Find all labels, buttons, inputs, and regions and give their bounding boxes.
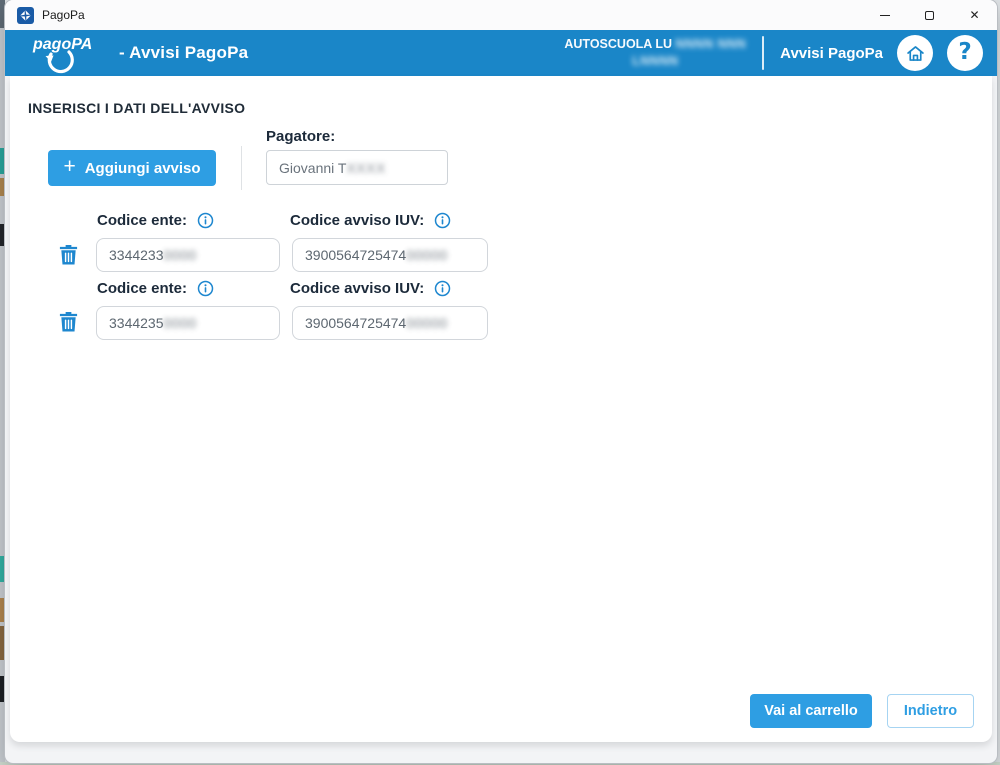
question-icon: ? xyxy=(958,41,971,66)
app-window: PagoPa ✕ pagoPA - Avvisi PagoPa AUTOSCUO… xyxy=(5,0,997,763)
help-button[interactable]: ? xyxy=(947,35,983,71)
minimize-button[interactable] xyxy=(862,0,907,30)
codice-ente-label: Codice ente: xyxy=(97,212,187,229)
maximize-button[interactable] xyxy=(907,0,952,30)
info-icon[interactable] xyxy=(197,280,214,297)
codice-avviso-iuv-value-masked: 00000 xyxy=(406,247,447,263)
codice-ente-value-masked: 0000 xyxy=(164,315,197,331)
pagopa-logo-text: pagoPA xyxy=(32,36,92,53)
codice-avviso-iuv-label: Codice avviso IUV: xyxy=(290,280,424,297)
trash-icon xyxy=(58,243,79,266)
add-avviso-button[interactable]: + Aggiungi avviso xyxy=(48,150,216,186)
content-card: INSERISCI I DATI DELL'AVVISO + Aggiungi … xyxy=(10,76,992,742)
codice-avviso-iuv-input[interactable]: 3900564725474 00000 xyxy=(292,306,488,340)
codice-avviso-iuv-value: 3900564725474 xyxy=(305,315,406,331)
codice-ente-input[interactable]: 3344235 0000 xyxy=(96,306,280,340)
minimize-icon xyxy=(880,15,890,16)
indietro-button[interactable]: Indietro xyxy=(887,694,974,728)
codice-ente-value: 3344233 xyxy=(109,247,164,263)
titlebar: PagoPa ✕ xyxy=(5,0,997,30)
codice-ente-input[interactable]: 3344233 0000 xyxy=(96,238,280,272)
home-icon xyxy=(905,43,926,64)
toolbar-divider xyxy=(241,146,242,190)
pagatore-label: Pagatore: xyxy=(266,128,335,145)
info-icon[interactable] xyxy=(434,212,451,229)
codice-ente-value-masked: 0000 xyxy=(164,247,197,263)
codice-avviso-iuv-value-masked: 00000 xyxy=(406,315,447,331)
company-name-visible: AUTOSCUOLA LU xyxy=(564,37,672,51)
info-icon[interactable] xyxy=(197,212,214,229)
header-divider xyxy=(762,36,764,70)
maximize-icon xyxy=(925,11,934,20)
codice-avviso-iuv-value: 3900564725474 xyxy=(305,247,406,263)
codice-avviso-iuv-label: Codice avviso IUV: xyxy=(290,212,424,229)
home-button[interactable] xyxy=(897,35,933,71)
app-header: pagoPA - Avvisi PagoPa AUTOSCUOLA LU NNN… xyxy=(5,30,997,76)
app-icon xyxy=(17,7,34,24)
info-icon[interactable] xyxy=(434,280,451,297)
close-button[interactable]: ✕ xyxy=(952,0,997,30)
nav-avvisi-pagopa[interactable]: Avvisi PagoPa xyxy=(780,45,883,62)
codice-ente-value: 3344235 xyxy=(109,315,164,331)
pagatore-value: Giovanni T xyxy=(279,160,346,176)
delete-avviso-button[interactable] xyxy=(56,243,80,269)
close-icon: ✕ xyxy=(969,9,979,21)
window-title: PagoPa xyxy=(42,8,85,22)
delete-avviso-button[interactable] xyxy=(56,310,80,336)
codice-avviso-iuv-input[interactable]: 3900564725474 00000 xyxy=(292,238,488,272)
page-title: - Avvisi PagoPa xyxy=(119,43,248,63)
company-name-masked: LNNNN xyxy=(632,54,678,68)
pagopa-logo: pagoPA xyxy=(25,32,105,74)
page-heading: INSERISCI I DATI DELL'AVVISO xyxy=(28,100,245,116)
pagatore-value-masked: XXXX xyxy=(346,160,385,176)
add-avviso-label: Aggiungi avviso xyxy=(85,160,201,177)
vai-al-carrello-button[interactable]: Vai al carrello xyxy=(750,694,872,728)
company-name-masked: NNNN NNN xyxy=(676,37,747,51)
company-name: AUTOSCUOLA LU NNNN NNN LNNNN xyxy=(564,36,746,70)
trash-icon xyxy=(58,310,79,333)
pagatore-input[interactable]: Giovanni T XXXX xyxy=(266,150,448,185)
codice-ente-label: Codice ente: xyxy=(97,280,187,297)
